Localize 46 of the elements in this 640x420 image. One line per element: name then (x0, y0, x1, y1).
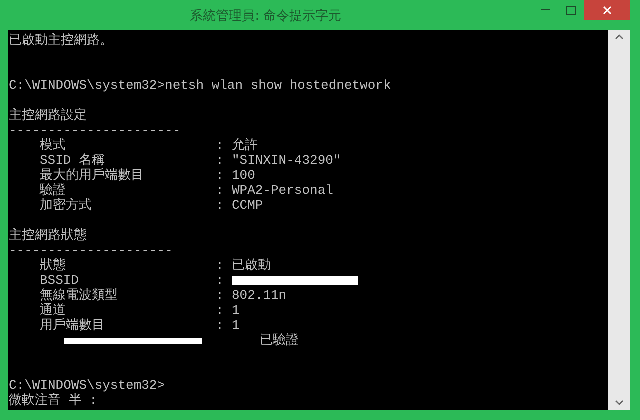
property-label: 最大的用戶端數目 (40, 168, 145, 183)
property-value: 允許 (232, 138, 258, 153)
property-label: 通道 (40, 303, 67, 318)
property-separator: : (216, 303, 225, 318)
property-separator: : (216, 183, 225, 198)
console-line: 已啟動主控網路。 (9, 33, 113, 48)
console-line: 主控網路狀態 (9, 228, 87, 243)
property-value: 802.11n (232, 288, 287, 303)
close-button[interactable] (584, 0, 630, 20)
property-label: 無線電波類型 (40, 288, 119, 303)
client-status: 已驗證 (260, 333, 299, 348)
property-label: 加密方式 (40, 198, 93, 213)
property-label: BSSID (40, 273, 80, 288)
console-line: 主控網路設定 (9, 108, 87, 123)
property-value: 1 (232, 318, 240, 333)
property-value: 1 (232, 303, 240, 318)
property-separator: : (216, 273, 225, 288)
property-separator: : (216, 198, 225, 213)
console-line: --------------------- (9, 243, 173, 258)
property-value: "SINXIN-43290" (232, 153, 342, 168)
console-line: C:\WINDOWS\system32> (9, 378, 166, 393)
property-value: 已啟動 (232, 258, 271, 273)
property-separator: : (216, 168, 225, 183)
scroll-up-icon (614, 34, 624, 40)
console-line: ---------------------- (9, 123, 181, 138)
property-value: 100 (232, 168, 256, 183)
property-separator: : (216, 258, 225, 273)
property-label: 模式 (40, 138, 67, 153)
property-value: CCMP (232, 198, 264, 213)
scrollbar[interactable] (608, 30, 630, 410)
minimize-icon (540, 9, 550, 11)
property-separator: : (216, 318, 225, 333)
property-separator: : (216, 153, 225, 168)
property-label: 用戶端數目 (40, 318, 106, 333)
close-icon (602, 6, 612, 14)
property-label: SSID 名稱 (40, 153, 106, 168)
property-label: 驗證 (40, 183, 67, 198)
scroll-down-icon (614, 400, 624, 406)
console-line: 微軟注音 半 : (9, 393, 98, 408)
window-title: 系統管理員: 命令提示字元 (190, 8, 342, 26)
property-separator: : (216, 288, 225, 303)
property-label: 狀態 (40, 258, 67, 273)
property-value: WPA2-Personal (232, 183, 334, 198)
property-separator: : (216, 138, 225, 153)
maximize-icon (566, 6, 576, 14)
console-line: C:\WINDOWS\system32>netsh wlan show hostednetwork (9, 78, 392, 93)
